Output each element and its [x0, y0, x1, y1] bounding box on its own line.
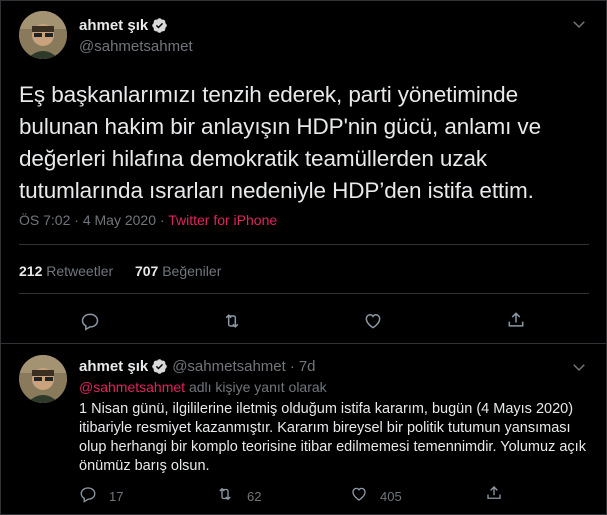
- reply-to-suffix: adlı kişiye yanıt olarak: [188, 379, 327, 395]
- heart-icon: [350, 485, 368, 508]
- tweet-text: Eş başkanlarımızı tenzih ederek, parti y…: [19, 82, 541, 203]
- heart-icon: [363, 311, 383, 336]
- reply-to-line: @sahmetsahmet adlı kişiye yanıt olarak: [79, 379, 327, 395]
- reply-avatar[interactable]: [19, 355, 67, 403]
- divider: [19, 293, 589, 294]
- tweet-meta: ÖS 7:02 · 4 May 2020 · Twitter for iPhon…: [19, 212, 277, 228]
- divider: [19, 244, 589, 245]
- tweet-source-link[interactable]: Twitter for iPhone: [168, 212, 277, 228]
- reply-replies-count: 17: [109, 489, 124, 504]
- share-icon: [485, 484, 503, 507]
- author-name[interactable]: ahmet şık: [79, 17, 148, 34]
- chevron-down-icon[interactable]: [570, 358, 588, 376]
- reply-text: 1 Nisan günü, ilgililerine iletmiş olduğ…: [79, 401, 586, 474]
- divider: [1, 343, 606, 344]
- reply-header: ahmet şık @sahmetsahmet · 7d: [79, 358, 316, 375]
- retweets-stat[interactable]: 212 Retweetler: [19, 263, 117, 279]
- reply-share-button[interactable]: [485, 484, 503, 507]
- tweet-stats: 212 Retweetler 707 Beğeniler: [19, 263, 221, 279]
- reply-reply-button[interactable]: 17: [79, 485, 123, 508]
- meta-separator: ·: [74, 212, 79, 228]
- likes-stat[interactable]: 707 Beğeniler: [135, 263, 221, 279]
- reply-age[interactable]: 7d: [299, 358, 316, 375]
- retweet-button[interactable]: [221, 311, 243, 336]
- reply-to-mention[interactable]: @sahmetsahmet: [79, 379, 185, 395]
- like-button[interactable]: [363, 311, 383, 336]
- likes-label: Beğeniler: [162, 263, 222, 279]
- reply-likes-count: 405: [380, 489, 402, 504]
- avatar[interactable]: [19, 11, 67, 59]
- tweet-date[interactable]: 4 May 2020: [83, 212, 156, 228]
- retweets-label: Retweetler: [46, 263, 114, 279]
- reply-icon: [79, 485, 97, 508]
- reply-separator: ·: [289, 358, 295, 375]
- reply-author-handle[interactable]: @sahmetsahmet: [172, 358, 286, 375]
- reply-author-name[interactable]: ahmet şık: [79, 358, 148, 375]
- retweet-icon: [221, 311, 243, 336]
- meta-separator: ·: [159, 212, 165, 228]
- reply-like-button[interactable]: 405: [350, 485, 402, 508]
- share-icon: [506, 310, 526, 335]
- reply-icon: [80, 311, 100, 336]
- tweet-thread: ahmet şık @sahmetsahmet Eş başkanlarımız…: [0, 0, 607, 515]
- reply-retweet-button[interactable]: 62: [215, 485, 261, 508]
- retweet-icon: [215, 485, 235, 508]
- verified-badge-icon: [151, 17, 168, 34]
- author-handle-row: @sahmetsahmet: [79, 38, 193, 55]
- likes-count: 707: [134, 263, 159, 279]
- share-button[interactable]: [506, 310, 526, 335]
- tweet-time[interactable]: ÖS 7:02: [19, 212, 70, 228]
- reply-button[interactable]: [80, 311, 100, 336]
- reply-retweets-count: 62: [247, 489, 262, 504]
- chevron-down-icon[interactable]: [570, 15, 588, 33]
- author-handle[interactable]: @sahmetsahmet: [79, 38, 193, 55]
- author-name-row: ahmet şık: [79, 17, 168, 34]
- verified-badge-icon: [151, 358, 168, 375]
- retweets-count: 212: [19, 263, 43, 279]
